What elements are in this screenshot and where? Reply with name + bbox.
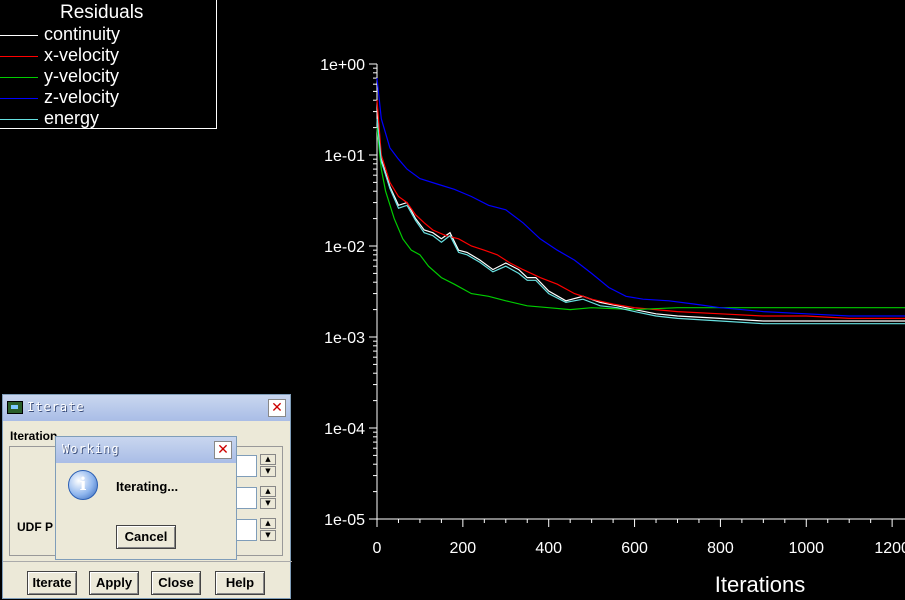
series-line-energy [376,118,905,325]
x-tick-label: 600 [621,540,648,557]
legend-label: x-velocity [44,45,120,65]
series-line-y-velocity [376,127,905,311]
close-icon[interactable]: ✕ [214,441,232,459]
app-icon [7,401,23,414]
legend-swatch [0,56,38,57]
udf-profile-field[interactable] [235,519,257,541]
cancel-button[interactable]: Cancel [116,525,176,549]
y-tick-label: 1e-04 [324,421,365,438]
udf-profile-stepper[interactable]: ▲ ▼ [260,518,276,542]
legend-item-z-velocity: z-velocity [0,87,216,108]
y-tick-label: 1e-05 [324,512,365,529]
iterate-button-row: Iterate Apply Close Help [3,561,292,600]
y-tick-label: 1e-03 [324,330,365,347]
iterate-titlebar[interactable]: Iterate ✕ [3,395,290,421]
iteration-group-label: Iteration [10,429,58,443]
reporting-interval-field[interactable] [235,487,257,509]
legend: Residuals continuity x-velocity y-velocity… [0,0,217,129]
x-tick-label: 0 [373,540,382,557]
apply-button[interactable]: Apply [89,571,139,595]
x-tick-label: 200 [450,540,477,557]
legend-item-x-velocity: x-velocity [0,45,216,66]
y-tick-label: 1e+00 [320,57,365,74]
x-tick-label: 800 [707,540,734,557]
legend-label: continuity [44,24,121,44]
iterate-button[interactable]: Iterate [27,571,77,595]
legend-label: z-velocity [44,87,120,107]
working-titlebar[interactable]: Working ✕ [56,437,236,463]
legend-swatch [0,35,38,36]
legend-title: Residuals [60,2,144,23]
legend-item-energy: energy [0,108,216,128]
legend-label: energy [44,108,100,128]
x-tick-label: 1000 [788,540,824,557]
legend-label: y-velocity [44,66,120,86]
iterations-stepper[interactable]: ▲ ▼ [260,454,276,478]
working-dialog: Working ✕ i Iterating... Cancel [55,436,237,560]
iterations-field[interactable] [235,455,257,477]
series-line-z-velocity [376,78,905,317]
legend-swatch [0,119,38,120]
x-axis-label: Iterations [715,572,806,597]
y-tick-label: 1e-01 [324,148,365,165]
x-tick-label: 1200 [874,540,905,557]
close-button[interactable]: Close [151,571,201,595]
close-icon[interactable]: ✕ [268,399,286,417]
info-icon: i [68,470,98,500]
legend-swatch [0,77,38,78]
y-tick-label: 1e-02 [324,239,365,256]
help-button[interactable]: Help [215,571,265,595]
working-title: Working [62,442,120,456]
udf-label: UDF P [17,520,53,534]
reporting-interval-stepper[interactable]: ▲ ▼ [260,486,276,510]
legend-swatch [0,98,38,99]
working-message: Iterating... [116,479,179,494]
legend-item-continuity: continuity [0,24,216,45]
iterate-title: Iterate [27,400,85,414]
x-tick-label: 400 [535,540,562,557]
series-line-continuity [376,111,905,322]
legend-item-y-velocity: y-velocity [0,66,216,87]
